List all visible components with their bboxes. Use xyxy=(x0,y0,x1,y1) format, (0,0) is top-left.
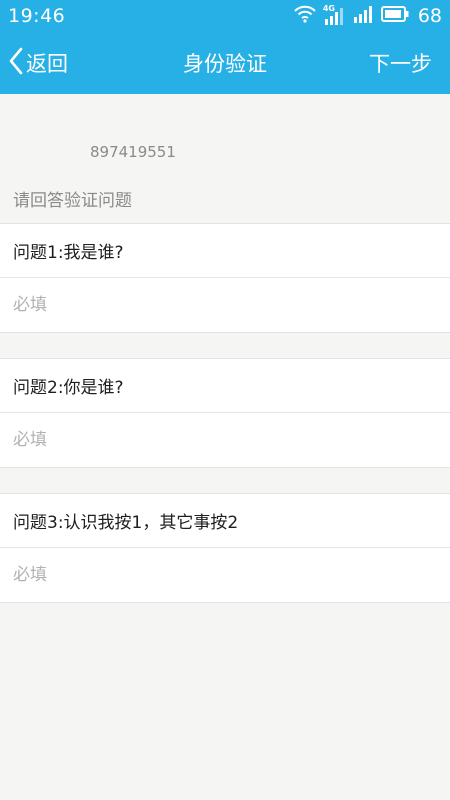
question-label: 问题2:你是谁? xyxy=(0,359,450,413)
chevron-left-icon xyxy=(8,47,24,79)
answer-input-2[interactable] xyxy=(13,430,433,450)
battery-icon xyxy=(380,6,409,26)
verification-prompt: 请回答验证问题 xyxy=(13,191,132,211)
signal-4g-icon: 4G xyxy=(323,4,345,26)
back-label: 返回 xyxy=(26,52,68,76)
question-card: 问题1:我是谁? xyxy=(0,223,450,333)
question-card: 问题2:你是谁? xyxy=(0,358,450,468)
answer-input-3[interactable] xyxy=(13,565,433,585)
question-card: 问题3:认识我按1，其它事按2 xyxy=(0,493,450,603)
wifi-icon xyxy=(294,5,316,27)
app-header: 返回 身份验证 下一步 xyxy=(0,32,450,94)
status-bar: 19:46 4G 68 xyxy=(0,0,450,32)
status-icons: 4G 68 xyxy=(294,4,442,28)
battery-level: 68 xyxy=(417,5,442,27)
question-label: 问题1:我是谁? xyxy=(0,224,450,278)
answer-row xyxy=(0,413,450,467)
back-button[interactable]: 返回 xyxy=(8,32,68,94)
answer-row xyxy=(0,548,450,602)
status-time: 19:46 xyxy=(8,5,66,27)
question-label: 问题3:认识我按1，其它事按2 xyxy=(0,494,450,548)
answer-row xyxy=(0,278,450,332)
signal-icon xyxy=(352,4,374,28)
next-step-button[interactable]: 下一步 xyxy=(369,32,432,94)
account-id: 897419551 xyxy=(90,143,176,161)
answer-input-1[interactable] xyxy=(13,295,433,315)
